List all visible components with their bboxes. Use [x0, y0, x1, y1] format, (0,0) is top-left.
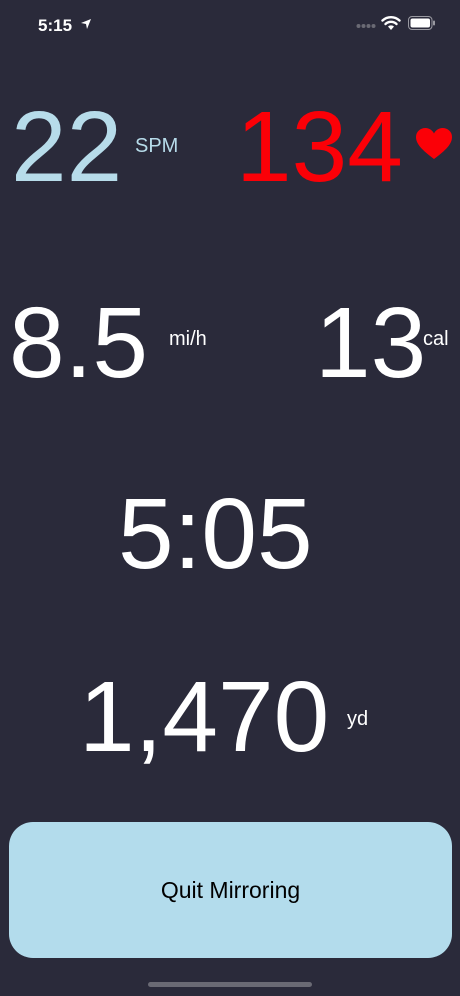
heart-rate-value: 134 [236, 91, 403, 203]
home-indicator[interactable] [148, 982, 312, 987]
cellular-signal-icon [356, 24, 376, 28]
distance-unit: yd [347, 708, 369, 730]
heart-icon [416, 128, 452, 159]
stroke-rate-unit: SPM [135, 135, 179, 157]
wifi-icon [381, 16, 401, 30]
calories-value: 13 [315, 287, 427, 399]
distance-value: 1,470 [79, 661, 330, 773]
quit-mirroring-button[interactable]: Quit Mirroring [9, 822, 452, 958]
elapsed-time-value: 5:05 [118, 478, 313, 590]
location-arrow-icon [81, 19, 91, 29]
speed-value: 8.5 [9, 287, 149, 399]
speed-unit: mi/h [169, 328, 207, 350]
battery-icon [408, 16, 435, 30]
calories-unit: cal [423, 328, 449, 350]
status-time: 5:15 [38, 16, 73, 35]
status-bar: 5:15 [0, 0, 460, 50]
stroke-rate-value: 22 [11, 91, 123, 203]
